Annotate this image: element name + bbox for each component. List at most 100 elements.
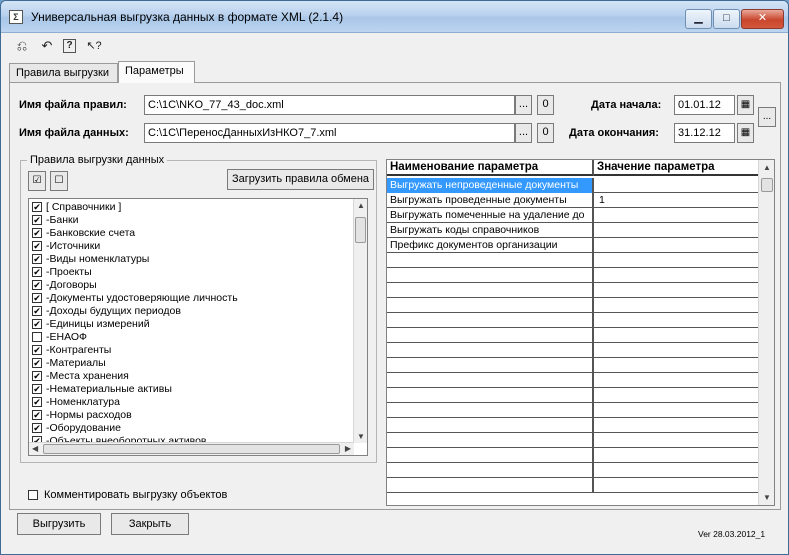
tree-item-checkbox[interactable]: ✔ bbox=[32, 254, 42, 264]
param-name-cell[interactable] bbox=[387, 478, 594, 493]
tree-item-checkbox[interactable]: ✔ bbox=[32, 267, 42, 277]
scroll-up-icon[interactable]: ▲ bbox=[763, 163, 771, 172]
start-date-input[interactable]: 01.01.12 bbox=[674, 95, 735, 115]
scroll-right-icon[interactable]: ▶ bbox=[345, 444, 351, 453]
scroll-thumb[interactable] bbox=[761, 178, 773, 192]
param-value-cell[interactable] bbox=[596, 433, 759, 448]
param-value-cell[interactable] bbox=[596, 253, 759, 268]
param-row[interactable] bbox=[387, 418, 759, 433]
param-value-cell[interactable] bbox=[596, 298, 759, 313]
param-name-cell[interactable]: Выгружать проведенные документы bbox=[387, 193, 594, 208]
param-row[interactable] bbox=[387, 298, 759, 313]
load-exchange-rules-button[interactable]: Загрузить правила обмена bbox=[227, 169, 374, 190]
close-button[interactable]: Закрыть bbox=[111, 513, 189, 535]
param-name-cell[interactable] bbox=[387, 433, 594, 448]
param-name-cell[interactable] bbox=[387, 328, 594, 343]
data-file-open-button[interactable]: 0 bbox=[537, 123, 554, 143]
param-value-cell[interactable] bbox=[596, 418, 759, 433]
param-row[interactable] bbox=[387, 388, 759, 403]
end-date-calendar-icon[interactable]: ▦ bbox=[737, 123, 754, 143]
param-value-cell[interactable] bbox=[596, 388, 759, 403]
param-value-cell[interactable] bbox=[596, 448, 759, 463]
tree-item-checkbox[interactable]: ✔ bbox=[32, 410, 42, 420]
tree-item-checkbox[interactable]: ✔ bbox=[32, 280, 42, 290]
tree-item-checkbox[interactable]: ✔ bbox=[32, 371, 42, 381]
param-value-cell[interactable] bbox=[596, 343, 759, 358]
tree-item-checkbox[interactable]: ✔ bbox=[32, 384, 42, 394]
rules-tree-vertical-scrollbar[interactable]: ▲ ▼ bbox=[353, 199, 367, 443]
tree-item-checkbox[interactable] bbox=[32, 332, 42, 342]
param-name-cell[interactable] bbox=[387, 373, 594, 388]
rules-file-browse-button[interactable]: ... bbox=[515, 95, 532, 115]
param-row[interactable]: Префикс документов организации bbox=[387, 238, 759, 253]
tab-parameters[interactable]: Параметры bbox=[118, 61, 195, 83]
scroll-down-icon[interactable]: ▼ bbox=[763, 493, 771, 502]
param-row[interactable] bbox=[387, 313, 759, 328]
scroll-left-icon[interactable]: ◀ bbox=[32, 444, 38, 453]
param-name-cell[interactable] bbox=[387, 388, 594, 403]
tree-item-checkbox[interactable]: ✔ bbox=[32, 423, 42, 433]
data-file-input[interactable]: C:\1C\ПереносДанныхИзНКО7_7.xml bbox=[144, 123, 515, 143]
tree-item-checkbox[interactable]: ✔ bbox=[32, 202, 42, 212]
param-value-cell[interactable] bbox=[596, 358, 759, 373]
scroll-thumb[interactable] bbox=[355, 217, 366, 243]
tree-item-checkbox[interactable]: ✔ bbox=[32, 241, 42, 251]
tree-item-checkbox[interactable]: ✔ bbox=[32, 345, 42, 355]
end-date-input[interactable]: 31.12.12 bbox=[674, 123, 735, 143]
param-name-cell[interactable] bbox=[387, 313, 594, 328]
param-value-cell[interactable] bbox=[596, 283, 759, 298]
param-row[interactable] bbox=[387, 283, 759, 298]
data-file-browse-button[interactable]: ... bbox=[515, 123, 532, 143]
param-value-cell[interactable] bbox=[596, 223, 759, 238]
parameters-vertical-scrollbar[interactable]: ▲ ▼ bbox=[758, 160, 774, 505]
param-row[interactable]: Выгружать проведенные документы 1 bbox=[387, 193, 759, 208]
param-row[interactable] bbox=[387, 433, 759, 448]
param-name-cell[interactable] bbox=[387, 253, 594, 268]
param-value-cell[interactable]: 1 bbox=[596, 193, 759, 208]
param-value-cell[interactable] bbox=[596, 373, 759, 388]
scroll-thumb-horizontal[interactable] bbox=[43, 444, 340, 454]
export-button[interactable]: Выгрузить bbox=[17, 513, 101, 535]
param-value-cell[interactable] bbox=[596, 328, 759, 343]
param-row[interactable] bbox=[387, 253, 759, 268]
param-row[interactable] bbox=[387, 343, 759, 358]
comment-checkbox-box[interactable] bbox=[28, 490, 38, 500]
param-row[interactable] bbox=[387, 448, 759, 463]
param-name-cell[interactable] bbox=[387, 358, 594, 373]
tree-item-checkbox[interactable]: ✔ bbox=[32, 358, 42, 368]
tree-item-checkbox[interactable]: ✔ bbox=[32, 215, 42, 225]
param-name-cell[interactable]: Выгружать непроведенные документы bbox=[387, 178, 594, 193]
tree-item-checkbox[interactable]: ✔ bbox=[32, 228, 42, 238]
param-row[interactable] bbox=[387, 328, 759, 343]
param-value-cell[interactable] bbox=[596, 478, 759, 493]
tab-export-rules[interactable]: Правила выгрузки bbox=[9, 63, 118, 83]
check-all-icon[interactable]: ☑ bbox=[28, 171, 46, 191]
param-value-cell[interactable] bbox=[596, 403, 759, 418]
param-name-cell[interactable]: Выгружать помеченные на удаление до bbox=[387, 208, 594, 223]
param-name-cell[interactable] bbox=[387, 448, 594, 463]
param-row[interactable] bbox=[387, 478, 759, 493]
param-name-cell[interactable]: Префикс документов организации bbox=[387, 238, 594, 253]
close-window-button[interactable]: ✕ bbox=[741, 9, 784, 29]
param-value-cell[interactable] bbox=[596, 463, 759, 478]
scroll-down-icon[interactable]: ▼ bbox=[357, 432, 365, 441]
param-row[interactable] bbox=[387, 268, 759, 283]
param-row[interactable]: Выгружать коды справочников bbox=[387, 223, 759, 238]
rules-file-open-button[interactable]: 0 bbox=[537, 95, 554, 115]
param-value-header[interactable]: Значение параметра bbox=[594, 160, 759, 176]
whats-this-icon[interactable]: ↖? bbox=[85, 37, 103, 55]
param-name-cell[interactable] bbox=[387, 268, 594, 283]
period-select-button[interactable]: ... bbox=[758, 107, 776, 127]
tree-item-checkbox[interactable]: ✔ bbox=[32, 397, 42, 407]
param-row[interactable]: Выгружать непроведенные документы bbox=[387, 178, 759, 193]
param-name-cell[interactable] bbox=[387, 463, 594, 478]
help-icon[interactable]: ? bbox=[63, 39, 76, 53]
param-row[interactable] bbox=[387, 358, 759, 373]
maximize-button[interactable]: □ bbox=[713, 9, 740, 29]
tree-item-checkbox[interactable]: ✔ bbox=[32, 306, 42, 316]
param-name-cell[interactable] bbox=[387, 403, 594, 418]
param-value-cell[interactable] bbox=[596, 313, 759, 328]
minimize-button[interactable]: ▁ bbox=[685, 9, 712, 29]
undo-icon[interactable]: ⎌ bbox=[13, 37, 31, 55]
redo-icon[interactable]: ↶ bbox=[38, 37, 56, 55]
